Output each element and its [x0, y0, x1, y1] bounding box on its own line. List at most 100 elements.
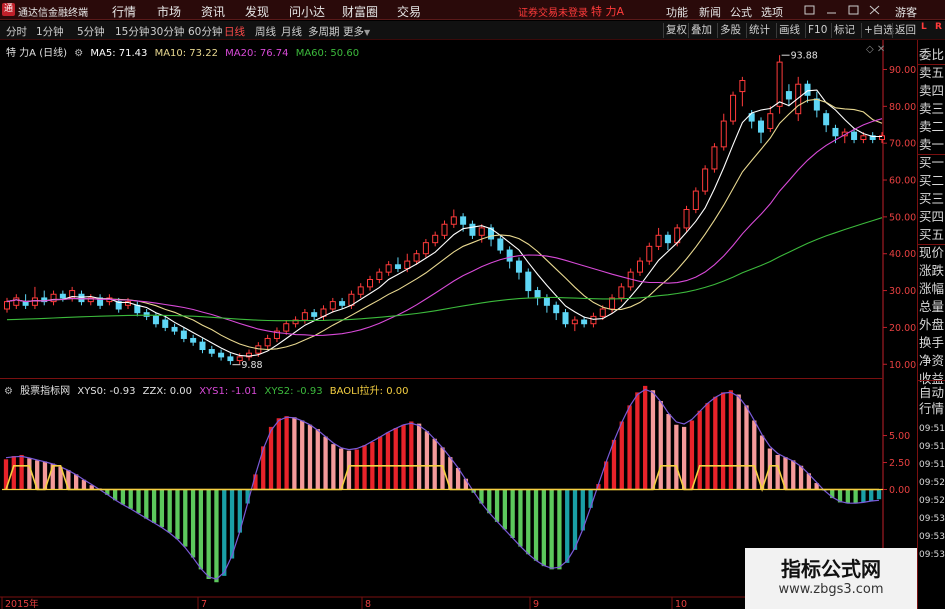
stock-title: 特 力A: [591, 5, 625, 18]
period-toolbar: 分时 1分钟 5分钟 15分钟 30分钟 60分钟 日线 周线 月线 多周期 更…: [0, 21, 945, 40]
candle-body: [227, 356, 234, 362]
candle-body: [460, 216, 467, 225]
back-button[interactable]: 返回: [892, 23, 918, 38]
rights-adjust-button[interactable]: 复权: [663, 23, 689, 38]
period-more-label: 更多: [343, 26, 364, 38]
price-tick-label: 70.00: [889, 139, 916, 150]
indicator-tick-label: 2.50: [889, 458, 910, 469]
candle-body: [590, 315, 597, 325]
period-timeshare[interactable]: 分时: [6, 24, 27, 39]
menu-wealth[interactable]: 财富圈: [342, 3, 378, 20]
date-label: 9: [533, 599, 539, 609]
quote-label: 总量: [919, 299, 945, 314]
overlay-button[interactable]: 叠加: [688, 23, 714, 38]
price-tick-label: 50.00: [889, 212, 916, 223]
menu-options[interactable]: 选项: [761, 4, 783, 20]
menu-news[interactable]: 资讯: [201, 3, 225, 20]
quote-label: 委比: [919, 47, 945, 62]
window-controls: [804, 5, 880, 15]
candle-body: [199, 341, 206, 351]
quote-label: 卖五: [919, 65, 945, 80]
legend-ma5: MA5: 71.43: [90, 48, 148, 59]
indicator-tick-label: 0.00: [889, 485, 910, 496]
quote-label: 卖四: [919, 83, 945, 98]
period-60min[interactable]: 60分钟: [188, 24, 222, 39]
mark-button[interactable]: 标记: [831, 23, 857, 38]
chart-controls: ◇ ✕: [866, 44, 885, 55]
close-icon[interactable]: [869, 5, 880, 15]
candle-body: [664, 234, 671, 244]
candle-body: [543, 297, 550, 306]
period-monthly[interactable]: 月线: [281, 24, 302, 39]
candle-body: [413, 253, 420, 262]
f10-button[interactable]: F10: [805, 23, 829, 38]
candle-body: [432, 234, 439, 244]
connection-status: 证券交易未登录: [518, 8, 588, 19]
menu-discover[interactable]: 发现: [245, 3, 269, 20]
candlestick-chart[interactable]: 10.00 20.00 30.00 40.00 50.00 60.00 70.00 80.00…: [0, 40, 917, 379]
quote-label: 净资: [919, 353, 945, 368]
menu-ask[interactable]: 问小达: [289, 3, 325, 20]
candle-body: [506, 249, 513, 262]
statistics-button[interactable]: 统计: [746, 23, 772, 38]
price-tick-label: 40.00: [889, 249, 916, 260]
auto-refresh-toggle[interactable]: 自动: [919, 386, 945, 400]
quote-label: 买二: [919, 173, 945, 188]
price-tick-label: 10.00: [889, 360, 916, 371]
app-title: 通达信金融终端: [18, 8, 88, 19]
menu-market[interactable]: 市场: [157, 3, 181, 20]
menu-headlines[interactable]: 新闻: [699, 4, 721, 20]
period-15min[interactable]: 15分钟: [115, 24, 149, 39]
legend-gear-icon[interactable]: ⚙: [74, 48, 83, 59]
price-annotation: 93.88: [791, 51, 818, 62]
candle-body: [301, 312, 308, 321]
period-5min[interactable]: 5分钟: [77, 24, 105, 39]
period-1min[interactable]: 1分钟: [36, 24, 64, 39]
period-more[interactable]: 更多▼: [343, 24, 370, 39]
candle-body: [562, 312, 569, 325]
candle-body: [376, 271, 383, 281]
quote-label: 涨幅: [919, 281, 945, 296]
candle-body: [134, 304, 141, 314]
menu-trade[interactable]: 交易: [397, 3, 421, 20]
quote-label: 卖二: [919, 119, 945, 134]
candle-body: [767, 113, 774, 129]
price-tick-label: 90.00: [889, 65, 916, 76]
period-30min[interactable]: 30分钟: [150, 24, 184, 39]
candle-body: [553, 304, 560, 314]
period-weekly[interactable]: 周线: [255, 24, 276, 39]
period-multi[interactable]: 多周期: [308, 24, 340, 39]
price-tick-label: 20.00: [889, 323, 916, 334]
candle-body: [78, 293, 85, 303]
candle-body: [394, 264, 401, 269]
menu-functions[interactable]: 功能: [666, 4, 688, 20]
candle-body: [218, 352, 225, 358]
menu-formula[interactable]: 公式: [730, 4, 752, 20]
candle-body: [813, 98, 820, 111]
guest-button[interactable]: 游客: [895, 4, 917, 20]
legend-xys1: XYS1: -1.01: [199, 386, 258, 397]
chart-close-icon[interactable]: ✕: [877, 44, 885, 55]
tick-time: 09:51: [919, 424, 945, 434]
price-annotation: 9.88: [241, 360, 262, 371]
date-label: 7: [201, 599, 207, 609]
multi-stock-button[interactable]: 多股: [717, 23, 743, 38]
add-favorite-button[interactable]: +自选: [861, 23, 896, 38]
candle-body: [22, 301, 29, 306]
tick-time: 09:52: [919, 496, 945, 506]
period-daily[interactable]: 日线: [224, 24, 245, 39]
candle-body: [31, 297, 38, 306]
quote-tab[interactable]: 行情: [919, 402, 945, 416]
legend-ma10: MA10: 73.22: [154, 48, 218, 59]
candle-body: [385, 264, 392, 273]
restore-icon[interactable]: [804, 5, 815, 15]
date-label: 2015年: [5, 598, 39, 609]
indicator-gear-icon[interactable]: ⚙: [4, 386, 13, 397]
draw-line-button[interactable]: 画线: [776, 23, 802, 38]
legend-ma20: MA20: 76.74: [225, 48, 289, 59]
maximize-icon[interactable]: [848, 5, 859, 15]
candle-body: [311, 312, 318, 317]
chart-minimize-icon[interactable]: ◇: [866, 44, 874, 55]
quote-label: 收益: [919, 371, 945, 386]
menu-quotes[interactable]: 行情: [112, 3, 136, 20]
